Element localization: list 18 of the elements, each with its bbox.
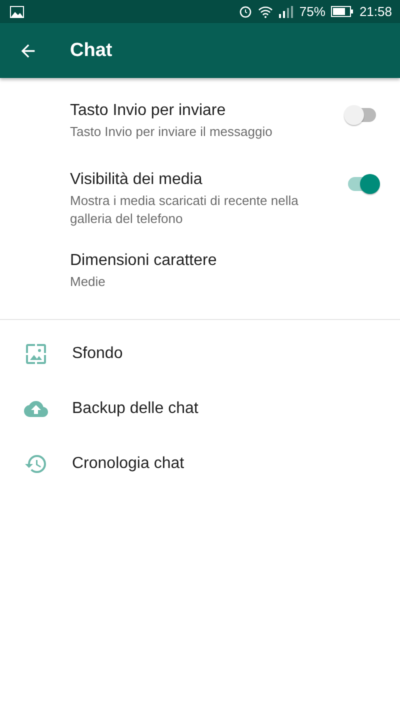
screen-title: Chat bbox=[70, 40, 112, 62]
image-icon bbox=[10, 6, 24, 18]
alarm-icon bbox=[239, 5, 252, 18]
clock-time: 21:58 bbox=[359, 4, 392, 19]
setting-subtitle: Medie bbox=[70, 273, 106, 291]
battery-icon bbox=[331, 6, 354, 17]
setting-subtitle: Tasto Invio per inviare il messaggio bbox=[70, 123, 274, 141]
menu-item[interactable]: Sfondo bbox=[72, 344, 123, 362]
setting-title: Tasto Invio per inviare bbox=[70, 102, 227, 120]
menu-item[interactable]: Backup delle chat bbox=[72, 400, 198, 418]
signal-icon bbox=[279, 6, 294, 18]
setting-subtitle: Mostra i media scaricati di recente nella galleria del telefono bbox=[70, 192, 300, 228]
wallpaper-icon bbox=[24, 342, 48, 366]
setting-title: Visibilità dei media bbox=[70, 171, 204, 189]
menu-item[interactable]: Cronologia chat bbox=[72, 454, 184, 472]
wifi-icon bbox=[258, 6, 274, 18]
setting-title: Dimensioni carattere bbox=[70, 252, 218, 270]
battery-percent: 75% bbox=[299, 4, 326, 19]
